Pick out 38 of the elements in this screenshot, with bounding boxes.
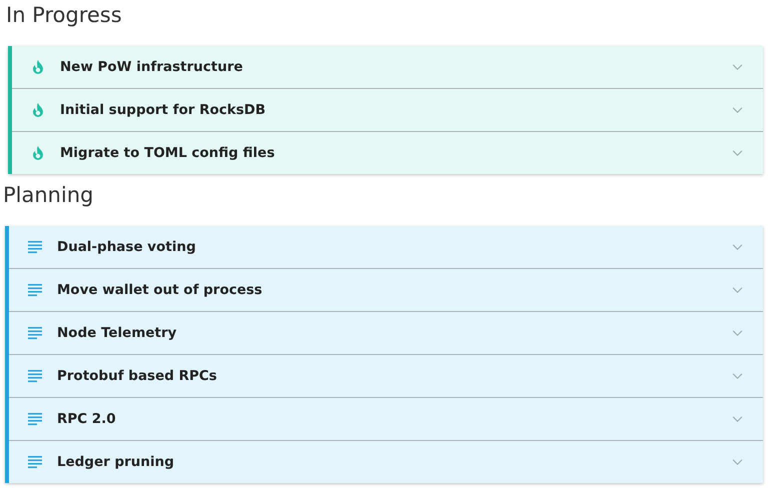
chevron-down-icon[interactable] <box>732 286 743 294</box>
chevron-down-icon[interactable] <box>732 458 743 466</box>
list-icon <box>27 454 43 470</box>
section-heading: In Progress <box>6 2 123 28</box>
item-title: Ledger pruning <box>57 454 176 470</box>
chevron-down-icon[interactable] <box>732 330 743 336</box>
accordion-item[interactable]: New PoW infrastructure <box>12 46 763 89</box>
accordion-item[interactable]: Node Telemetry <box>9 312 763 355</box>
accordion-item[interactable]: Move wallet out of process <box>9 269 763 312</box>
item-title: RPC 2.0 <box>57 411 117 427</box>
list-icon <box>27 325 43 341</box>
chevron-down-icon[interactable] <box>732 106 743 114</box>
item-title: Initial support for RocksDB <box>60 102 267 118</box>
item-title: Node Telemetry <box>57 325 178 341</box>
item-title: New PoW infrastructure <box>60 59 244 75</box>
list-icon <box>27 239 43 255</box>
item-title: Dual-phase voting <box>57 239 197 255</box>
item-title: Migrate to TOML config files <box>60 145 276 161</box>
list-icon <box>27 282 43 298</box>
item-title: Protobuf based RPCs <box>57 368 218 384</box>
chevron-down-icon[interactable] <box>732 150 743 156</box>
accordion-item[interactable]: Ledger pruning <box>9 441 763 483</box>
chevron-down-icon[interactable] <box>732 372 743 380</box>
flame-icon <box>30 145 46 161</box>
accordion-item[interactable]: Protobuf based RPCs <box>9 355 763 398</box>
accordion-item[interactable]: Migrate to TOML config files <box>12 132 763 174</box>
chevron-down-icon[interactable] <box>732 416 743 422</box>
flame-icon <box>30 59 46 75</box>
accordion-item[interactable]: Initial support for RocksDB <box>12 89 763 132</box>
chevron-down-icon[interactable] <box>732 64 743 70</box>
list-icon <box>27 411 43 427</box>
item-title: Move wallet out of process <box>57 282 264 298</box>
accordion-item[interactable]: Dual-phase voting <box>9 226 763 269</box>
chevron-down-icon[interactable] <box>732 244 743 250</box>
accordion-item[interactable]: RPC 2.0 <box>9 398 763 441</box>
flame-icon <box>30 102 46 118</box>
list-icon <box>27 368 43 384</box>
section-heading: Planning <box>3 182 94 208</box>
